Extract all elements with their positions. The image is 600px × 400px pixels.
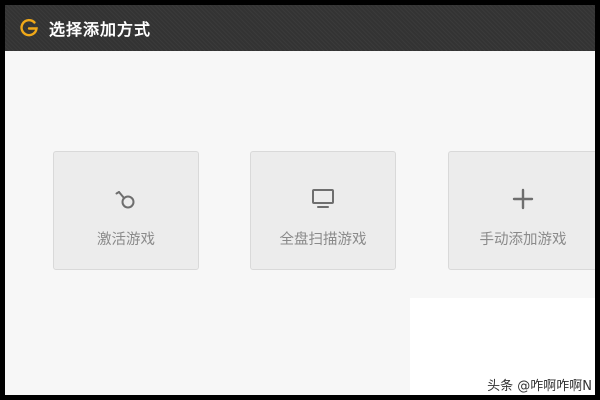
manual-add-game-option[interactable]: 手动添加游戏 xyxy=(448,151,595,270)
monitor-icon xyxy=(312,189,334,208)
dialog-window: 选择添加方式 激活游戏 全盘扫描游戏 手动添加游戏 xyxy=(5,5,595,395)
full-disk-scan-label: 全盘扫描游戏 xyxy=(279,232,367,248)
g-logo-icon xyxy=(20,18,38,37)
manual-add-game-label: 手动添加游戏 xyxy=(479,232,567,248)
plus-icon xyxy=(512,188,534,210)
activate-game-label: 激活游戏 xyxy=(97,232,155,248)
full-disk-scan-option[interactable]: 全盘扫描游戏 xyxy=(250,151,396,270)
watermark-text: 头条 @咋啊咋啊N xyxy=(487,379,592,394)
title-bar: 选择添加方式 xyxy=(5,5,595,51)
activate-game-option[interactable]: 激活游戏 xyxy=(53,151,199,270)
content-area: 激活游戏 全盘扫描游戏 手动添加游戏 xyxy=(5,51,595,395)
dialog-title: 选择添加方式 xyxy=(49,20,152,39)
key-icon xyxy=(115,191,135,209)
